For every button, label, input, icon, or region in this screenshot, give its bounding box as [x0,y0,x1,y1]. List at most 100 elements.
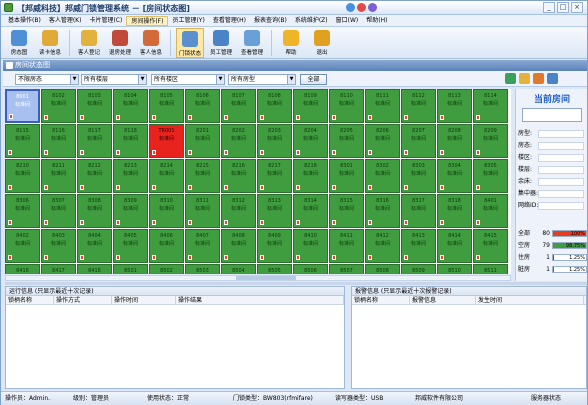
room-tile[interactable]: 8104 标准间 [113,89,148,123]
menu-room[interactable]: 房间操作(F) [126,16,169,26]
toolbar-button-staff[interactable]: 员工管理 [207,28,235,58]
toolbar-button-exit[interactable]: 退出 [308,28,336,58]
room-tile[interactable]: 8311 标准间 [185,194,220,228]
room-tile[interactable]: 8411 标准间 [329,229,364,263]
room-tile[interactable]: 8502标准间 [149,264,184,274]
room-tile[interactable]: 8206 标准间 [365,124,400,158]
room-tile[interactable]: 8111 标准间 [365,89,400,123]
splitter[interactable] [5,282,587,285]
room-tile[interactable]: 8505标准间 [257,264,292,274]
room-tile[interactable]: 8415 标准间 [473,229,508,263]
room-tile[interactable]: 8412 标准间 [365,229,400,263]
column-header[interactable]: 发生时间 [476,296,584,304]
room-tile[interactable]: TR001 标准间 [149,124,184,158]
input-method-icon[interactable] [357,3,366,12]
room-tile[interactable]: 8001 标准间 [5,89,40,123]
toolbar-button-guest-info[interactable]: 客人信息 [137,28,165,58]
minimize-button[interactable]: _ [543,2,555,13]
room-type-select[interactable]: 所有房型 ▼ [228,74,296,85]
room-tile[interactable]: 8503标准间 [185,264,220,274]
room-tile[interactable]: 8118 标准间 [113,124,148,158]
toolbar-button-checkout[interactable]: 退房处理 [106,28,134,58]
building-select[interactable]: 所有楼区 ▼ [151,74,225,85]
toolbar-button-room-map[interactable]: 房态图 [5,28,33,58]
room-tile[interactable]: 8410 标准间 [293,229,328,263]
room-tile[interactable]: 8207 标准间 [401,124,436,158]
room-tile[interactable]: 8310 标准间 [149,194,184,228]
room-tile[interactable]: 8511标准间 [473,264,508,274]
menu-help[interactable]: 帮助(H) [362,15,391,26]
settings-icon[interactable] [519,73,530,84]
room-tile[interactable]: 8312 标准间 [221,194,256,228]
keyboard-icon[interactable] [368,3,377,12]
room-tile[interactable]: 8302 标准间 [365,159,400,193]
room-tile[interactable]: 8315 标准间 [329,194,364,228]
menu-system[interactable]: 系统维护(Z) [291,15,332,26]
room-tile[interactable]: 8404 标准间 [77,229,112,263]
menu-guest[interactable]: 客人管理(K) [45,15,86,26]
room-tile[interactable]: 8507标准间 [329,264,364,274]
room-tile[interactable]: 8306 标准间 [5,194,40,228]
room-tile[interactable]: 8114 标准间 [473,89,508,123]
floor-select[interactable]: 所有楼层 ▼ [81,74,147,85]
show-all-button[interactable]: 全部 [300,74,327,85]
toolbar-button-help[interactable]: 帮助 [277,28,305,58]
room-tile[interactable]: 8113 标准间 [437,89,472,123]
room-tile[interactable]: 8318 标准间 [437,194,472,228]
room-tile[interactable]: 8205 标准间 [329,124,364,158]
room-tile[interactable]: 8301 标准间 [329,159,364,193]
menu-report[interactable]: 报表查询(B) [250,15,291,26]
room-tile[interactable]: 8211 标准间 [41,159,76,193]
column-header[interactable]: 操作方式 [54,296,112,304]
room-tile[interactable]: 8508标准间 [365,264,400,274]
room-tile[interactable]: 8112 标准间 [401,89,436,123]
menu-staff[interactable]: 员工管理(Y) [168,15,208,26]
room-tile[interactable]: 8107 标准间 [221,89,256,123]
room-tile[interactable]: 8108 标准间 [257,89,292,123]
menu-view[interactable]: 查看管理(H) [209,15,250,26]
toolbar-button-view-manage[interactable]: 查看管理 [238,28,266,58]
room-tile[interactable]: 8506标准间 [293,264,328,274]
room-tile[interactable]: 8401 标准间 [473,194,508,228]
room-tile[interactable]: 8209 标准间 [473,124,508,158]
room-tile[interactable]: 8313 标准间 [257,194,292,228]
room-tile[interactable]: 8208 标准间 [437,124,472,158]
column-header[interactable]: 操作时间 [112,296,176,304]
room-tile[interactable]: 8307 标准间 [41,194,76,228]
room-tile[interactable]: 8408 标准间 [221,229,256,263]
refresh-icon[interactable] [505,73,516,84]
room-tile[interactable]: 8210 标准间 [5,159,40,193]
network-icon[interactable] [346,3,355,12]
room-tile[interactable]: 8501标准间 [113,264,148,274]
room-tile[interactable]: 8309 标准间 [113,194,148,228]
room-tile[interactable]: 8105 标准间 [149,89,184,123]
lock-state-select[interactable]: 不限房态 ▼ [15,74,79,85]
room-tile[interactable]: 8216 标准间 [221,159,256,193]
room-tile[interactable]: 8510标准间 [437,264,472,274]
room-tile[interactable]: 8409 标准间 [257,229,292,263]
room-tile[interactable]: 8504标准间 [221,264,256,274]
room-tile[interactable]: 8115 标准间 [5,124,40,158]
room-tile[interactable]: 8109 标准间 [293,89,328,123]
menu-basic[interactable]: 基本操作(B) [4,15,45,26]
room-tile[interactable]: 8304 标准间 [437,159,472,193]
room-tile[interactable]: 8204 标准间 [293,124,328,158]
room-tile[interactable]: 8314 标准间 [293,194,328,228]
scrollbar-thumb[interactable] [236,276,296,280]
room-tile[interactable]: 8106 标准间 [185,89,220,123]
menu-card[interactable]: 卡片管理(C) [85,15,126,26]
column-header[interactable]: 锁柄名称 [352,296,410,304]
maximize-button[interactable]: □ [557,2,569,13]
room-tile[interactable]: 8117 标准间 [77,124,112,158]
room-tile[interactable]: 8218 标准间 [293,159,328,193]
view-icon[interactable] [547,73,558,84]
room-tile[interactable]: 8403 标准间 [41,229,76,263]
toolbar-button-guest-checkin[interactable]: 客人登记 [75,28,103,58]
room-tile[interactable]: 8417标准间 [41,264,76,274]
column-header[interactable]: 报警信息 [410,296,476,304]
toolbar-button-card-read[interactable]: 读卡信息 [36,28,64,58]
room-tile[interactable]: 8202 标准间 [221,124,256,158]
room-tile[interactable]: 8203 标准间 [257,124,292,158]
room-tile[interactable]: 8402 标准间 [5,229,40,263]
room-tile[interactable]: 8317 标准间 [401,194,436,228]
